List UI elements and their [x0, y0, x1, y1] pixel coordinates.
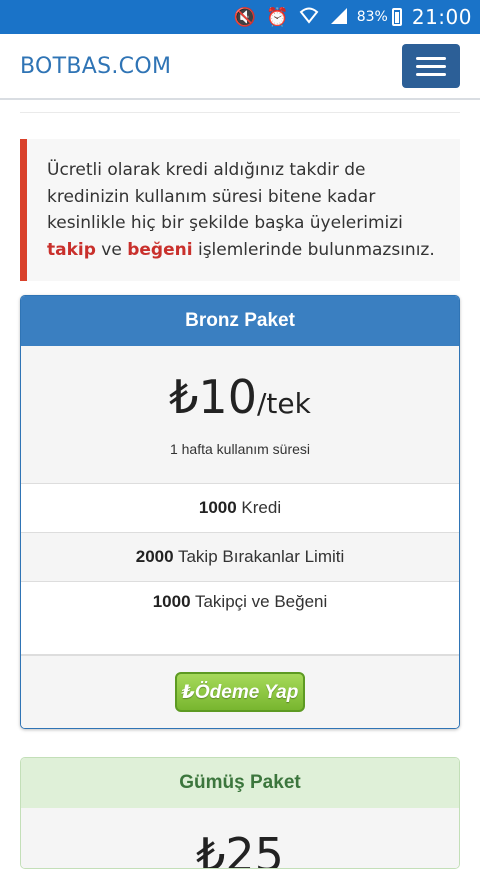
navbar: BOTBAS.COM: [0, 34, 480, 100]
silver-package-panel: Gümüş Paket ₺25: [20, 757, 460, 869]
status-time: 21:00: [411, 5, 472, 29]
battery-percentage: 83%: [356, 9, 388, 25]
divider: [20, 112, 460, 113]
hamburger-icon: [416, 72, 446, 76]
package-price: ₺10/tek: [21, 370, 459, 431]
wifi-icon: [299, 6, 319, 29]
hamburger-icon: [416, 56, 446, 60]
panel-footer: ₺Ödeme Yap: [21, 655, 459, 728]
bronze-package-panel: Bronz Paket ₺10/tek 1 hafta kullanım sür…: [20, 295, 460, 729]
feature-amount: 1000: [152, 592, 191, 611]
feature-unfollow-limit: 2000 Takip Bırakanlar Limiti: [21, 533, 459, 582]
hamburger-icon: [416, 64, 446, 68]
price-box: ₺25: [21, 808, 459, 868]
price-unit: /tek: [256, 387, 311, 420]
alert-text: işlemlerinde bulunmazsınız.: [192, 239, 435, 260]
feature-amount: 2000: [135, 547, 174, 566]
alarm-icon: ⏰: [266, 6, 289, 28]
price-box: ₺10/tek 1 hafta kullanım süresi: [21, 346, 459, 484]
feature-label: Takip Bırakanlar Limiti: [173, 547, 345, 566]
feature-label: Kredi: [236, 498, 282, 517]
feature-amount: 1000: [198, 498, 237, 517]
alert-highlight-follow: takip: [47, 239, 96, 260]
signal-icon: [329, 6, 349, 29]
feature-label: Takipçi ve Beğeni: [190, 592, 328, 611]
feature-followers-likes: 1000 Takipçi ve Beğeni: [21, 582, 459, 655]
pay-button[interactable]: ₺Ödeme Yap: [175, 672, 305, 712]
alert-text: Ücretli olarak kredi aldığınız takdir de…: [47, 160, 403, 233]
package-title: Bronz Paket: [21, 296, 459, 346]
battery-icon: [391, 8, 402, 26]
warning-alert: Ücretli olarak kredi aldığınız takdir de…: [20, 139, 460, 281]
package-duration: 1 hafta kullanım süresi: [169, 441, 311, 457]
feature-credits: 1000 Kredi: [21, 484, 459, 533]
package-price: ₺25: [196, 828, 284, 869]
mute-icon: 🔇: [233, 6, 257, 28]
status-bar: 🔇 ⏰ 83% 21:00: [0, 0, 480, 34]
package-title: Gümüş Paket: [21, 758, 459, 808]
brand-link[interactable]: BOTBAS.COM: [20, 54, 171, 79]
price-value: ₺10: [169, 370, 257, 424]
menu-toggle-button[interactable]: [402, 44, 460, 88]
alert-highlight-like: beğeni: [127, 239, 193, 260]
alert-text: ve: [95, 239, 128, 260]
